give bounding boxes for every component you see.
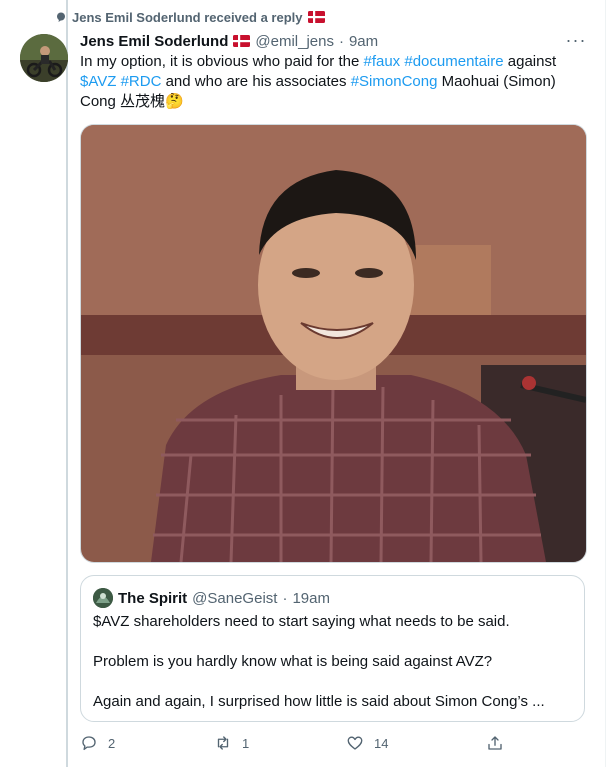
retweet-icon <box>217 736 229 750</box>
share-icon <box>488 736 502 750</box>
thread-connector-line <box>66 0 68 767</box>
text-segment: against <box>503 53 557 70</box>
photo-portrait <box>81 125 586 562</box>
quoted-text-line-2: Problem is you hardly know what is being… <box>93 653 493 670</box>
quoted-tweet-header: The Spirit @SaneGeist · 19am <box>93 588 330 608</box>
like-button[interactable]: 14 <box>346 734 388 752</box>
retweet-button[interactable]: 1 <box>214 734 249 752</box>
quoted-tweet[interactable]: The Spirit @SaneGeist · 19am $AVZ shareh… <box>80 575 585 722</box>
reply-context: Jens Emil Soderlund received a reply <box>56 9 326 25</box>
reply-icon <box>82 736 96 751</box>
quoted-text-line-1: $AVZ shareholders need to start saying w… <box>93 613 510 630</box>
tweet-photo[interactable] <box>80 124 587 563</box>
column-divider <box>605 0 606 767</box>
share-button[interactable] <box>486 734 504 752</box>
quoted-author-name[interactable]: The Spirit <box>118 590 187 607</box>
speech-bubble-icon <box>57 12 65 22</box>
quoted-text-line-3: Again and again, I surprised how little … <box>93 693 545 710</box>
text-segment: In my option, it is obvious who paid for… <box>80 53 364 70</box>
text-segment: and who are his associates <box>161 73 351 90</box>
separator-dot: · <box>282 589 288 607</box>
tweet-text: In my option, it is obvious who paid for… <box>80 52 580 112</box>
hashtag-rdc[interactable]: #RDC <box>121 73 162 90</box>
denmark-flag-icon <box>233 35 251 47</box>
cashtag-avz[interactable]: $AVZ <box>80 73 116 90</box>
reply-count: 2 <box>108 735 116 751</box>
more-options-button[interactable]: ··· <box>565 30 587 50</box>
denmark-flag-icon <box>308 11 326 23</box>
reply-context-text: Jens Emil Soderlund received a reply <box>72 9 303 25</box>
separator-dot: · <box>338 32 344 50</box>
reply-button[interactable]: 2 <box>80 734 115 752</box>
tweet-header: Jens Emil Soderlund @emil_jens · 9am <box>80 31 378 51</box>
tweet-timestamp[interactable]: 9am <box>349 33 378 50</box>
quoted-author-avatar[interactable] <box>93 588 113 608</box>
author-handle[interactable]: @emil_jens <box>255 33 334 50</box>
author-avatar[interactable] <box>20 34 68 82</box>
quoted-author-handle[interactable]: @SaneGeist <box>192 590 277 607</box>
hashtag-faux[interactable]: #faux <box>363 53 400 70</box>
retweet-count: 1 <box>242 735 250 751</box>
heart-icon <box>347 736 363 750</box>
hashtag-documentaire[interactable]: #documentaire <box>404 53 503 70</box>
quoted-timestamp[interactable]: 19am <box>292 590 330 607</box>
hashtag-simoncong[interactable]: #SimonCong <box>351 73 438 90</box>
author-name[interactable]: Jens Emil Soderlund <box>80 33 228 50</box>
tweet-action-bar: 2 1 14 <box>80 734 585 756</box>
like-count: 14 <box>374 735 389 751</box>
